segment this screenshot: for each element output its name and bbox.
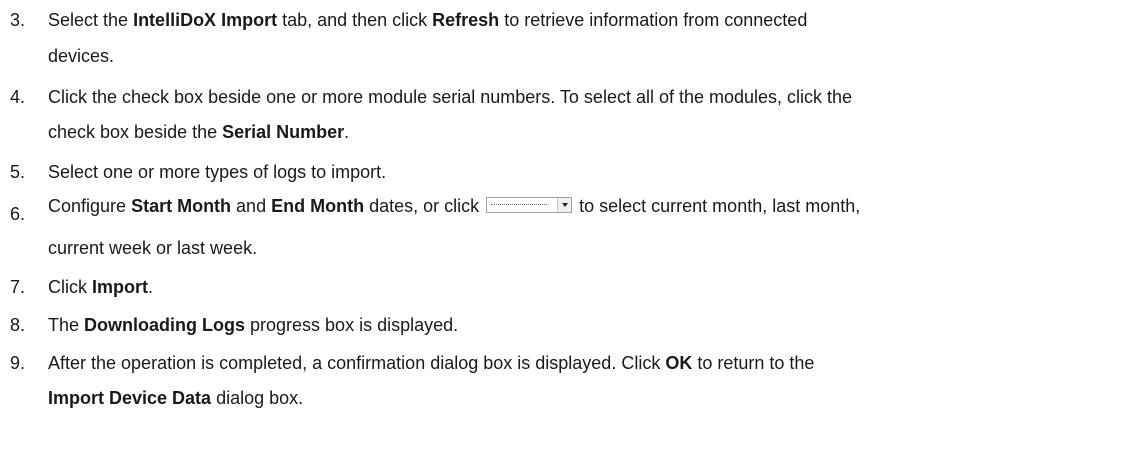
step-number: 4.	[10, 87, 26, 107]
text-segment: and	[231, 196, 272, 216]
text-segment: Click the check box beside one or more m…	[48, 87, 853, 107]
step-number: 5.	[10, 162, 26, 182]
text-segment: dialog box.	[211, 388, 304, 408]
step-6-line-1: Configure Start Month and End Month date…	[48, 195, 860, 217]
ui-label-import-device-data: Import Device Data	[48, 388, 212, 408]
step-8-line-1: The Downloading Logs progress box is dis…	[48, 314, 458, 336]
text-segment: dates, or click	[364, 196, 485, 216]
ui-label-downloading-logs: Downloading Logs	[84, 315, 246, 335]
step-number: 9.	[10, 353, 26, 373]
text-segment: .	[344, 122, 350, 142]
ui-label-start-month: Start Month	[131, 196, 232, 216]
step-7-line-1: Click Import.	[48, 276, 153, 298]
chevron-down-icon	[557, 198, 572, 213]
dropdown-placeholder-dashes	[491, 204, 548, 206]
ui-label-serial-number: Serial Number	[222, 122, 345, 142]
text-segment: Select the	[48, 10, 134, 30]
text-segment: The	[48, 315, 85, 335]
text-segment: progress box is displayed.	[245, 315, 459, 335]
step-4-line-2: check box beside the Serial Number.	[48, 121, 349, 143]
text-segment: After the operation is completed, a conf…	[48, 353, 666, 373]
text-segment: to select current month, last month,	[574, 196, 861, 216]
ui-label-refresh: Refresh	[432, 10, 500, 30]
instruction-steps: 3. Select the IntelliDoX Import tab, and…	[0, 0, 1148, 472]
text-segment: to return to the	[692, 353, 815, 373]
text-segment: .	[148, 277, 154, 297]
step-4-line-1: Click the check box beside one or more m…	[48, 86, 852, 108]
date-range-dropdown-icon	[486, 197, 573, 214]
ui-label-intellidox-import: IntelliDoX Import	[133, 10, 278, 30]
step-number: 8.	[10, 315, 26, 335]
text-segment: current week or last week.	[48, 238, 258, 258]
ui-label-end-month: End Month	[271, 196, 365, 216]
step-number: 7.	[10, 277, 26, 297]
text-segment: Select one or more types of logs to impo…	[48, 162, 387, 182]
step-9-line-2: Import Device Data dialog box.	[48, 387, 303, 409]
text-segment: to retrieve information from connected	[499, 10, 808, 30]
text-segment: Click	[48, 277, 92, 297]
step-3-line-2: devices.	[48, 45, 114, 67]
text-segment: tab, and then click	[277, 10, 433, 30]
step-number: 6.	[10, 204, 26, 224]
step-3-line-1: Select the IntelliDoX Import tab, and th…	[48, 9, 807, 31]
text-segment: devices.	[48, 46, 115, 66]
ui-label-import: Import	[92, 277, 148, 297]
step-9-line-1: After the operation is completed, a conf…	[48, 352, 814, 374]
step-6-line-2: current week or last week.	[48, 237, 257, 259]
step-5-line-1: Select one or more types of logs to impo…	[48, 161, 386, 183]
ui-label-ok: OK	[665, 353, 693, 373]
step-number: 3.	[10, 10, 26, 30]
text-segment: Configure	[48, 196, 132, 216]
text-segment: check box beside the	[48, 122, 223, 142]
